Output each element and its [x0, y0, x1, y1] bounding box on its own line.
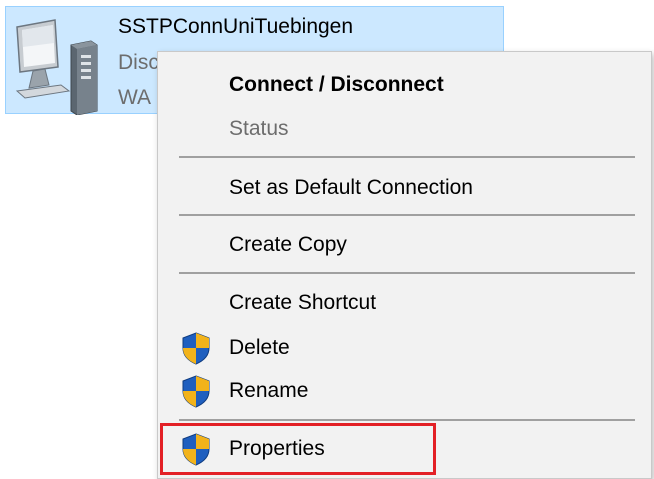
- context-menu: Connect / Disconnect Status Set as Defau…: [157, 51, 652, 479]
- connection-device: WA: [118, 86, 152, 109]
- uac-shield-icon: [180, 374, 212, 408]
- menu-separator: [179, 419, 635, 421]
- menu-item-connect-disconnect[interactable]: Connect / Disconnect: [158, 65, 651, 105]
- menu-separator: [179, 156, 635, 158]
- menu-item-label: Set as Default Connection: [229, 176, 473, 199]
- menu-item-label: Status: [229, 117, 289, 140]
- menu-item-rename[interactable]: Rename: [158, 371, 651, 411]
- menu-item-label: Properties: [229, 437, 325, 460]
- menu-item-create-copy[interactable]: Create Copy: [158, 225, 651, 265]
- menu-item-properties[interactable]: Properties: [158, 429, 651, 469]
- menu-item-status[interactable]: Status: [158, 109, 651, 149]
- menu-item-label: Rename: [229, 379, 309, 402]
- menu-item-label: Create Shortcut: [229, 291, 377, 314]
- menu-item-set-default-connection[interactable]: Set as Default Connection: [158, 168, 651, 208]
- menu-item-label: Connect / Disconnect: [229, 73, 444, 96]
- menu-item-label: Delete: [229, 336, 290, 359]
- connection-status: Disc: [118, 51, 159, 74]
- uac-shield-icon: [180, 331, 212, 365]
- menu-separator: [179, 214, 635, 216]
- network-connection-icon: [11, 15, 111, 116]
- menu-separator: [179, 272, 635, 274]
- menu-item-label: Create Copy: [229, 233, 347, 256]
- connection-name: SSTPConnUniTuebingen: [118, 15, 354, 38]
- uac-shield-icon: [180, 432, 212, 466]
- menu-item-create-shortcut[interactable]: Create Shortcut: [158, 283, 651, 323]
- menu-item-delete[interactable]: Delete: [158, 328, 651, 368]
